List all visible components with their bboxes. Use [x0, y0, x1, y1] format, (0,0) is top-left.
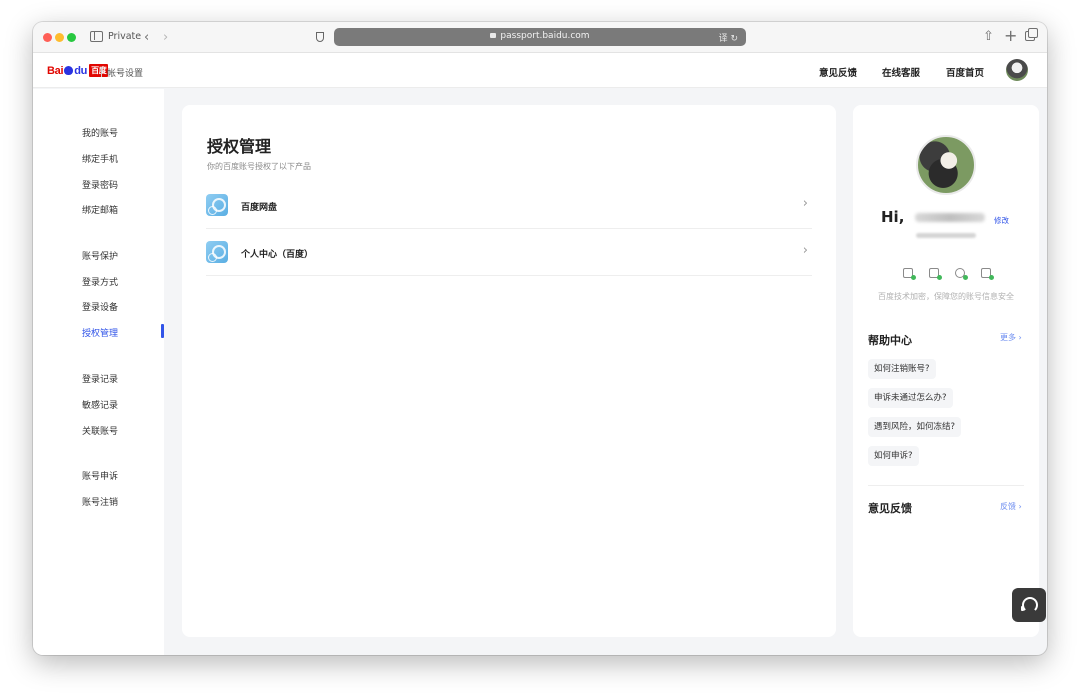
app-name: 百度网盘 [241, 203, 278, 213]
header-divider [101, 67, 102, 77]
header-title: 帐号设置 [107, 69, 144, 79]
sidebar-item-login-devices[interactable]: 登录设备 [82, 300, 118, 313]
sidebar-item-sensitive-records[interactable]: 敏感记录 [82, 398, 118, 411]
header-feedback-link[interactable]: 意见反馈 [819, 65, 857, 79]
back-arrow-icon[interactable]: ‹ [144, 31, 149, 44]
browser-toolbar: Private ‹ › passport.baidu.com 译 ↻ ⇧ + [33, 22, 1047, 53]
address-url: passport.baidu.com [334, 31, 746, 41]
site-header: Bai du 百度 帐号设置 意见反馈 在线客服 百度首页 [33, 53, 1047, 88]
section-divider [868, 485, 1024, 486]
customer-service-headset-icon[interactable] [1012, 588, 1046, 622]
chevron-right-icon: › [802, 243, 808, 258]
sidebar-item-account-deletion[interactable]: 账号注销 [82, 495, 118, 508]
sidebar-item-bind-phone[interactable]: 绑定手机 [82, 152, 118, 165]
sidebar: 我的账号 绑定手机 登录密码 绑定邮箱 账号保护 登录方式 登录设备 授权管理 … [33, 89, 164, 655]
profile-panel: Hi, 修改 百度技术加密，保障您的账号信息安全 帮助中心 更多 › 如何注销账… [853, 105, 1039, 637]
username-redacted [915, 213, 985, 222]
page-subtitle: 你的百度账号授权了以下产品 [207, 162, 311, 171]
sidebar-item-account-protection[interactable]: 账号保护 [82, 249, 118, 262]
sidebar-item-linked-accounts[interactable]: 关联账号 [82, 424, 118, 437]
lock-icon [490, 33, 497, 38]
close-window-button[interactable] [43, 33, 52, 42]
security-notice: 百度技术加密，保障您的账号信息安全 [878, 292, 1014, 301]
profile-avatar[interactable] [916, 135, 976, 195]
paw-icon [64, 66, 74, 75]
help-question-link[interactable]: 如何申诉? [868, 446, 919, 466]
help-center-title: 帮助中心 [868, 334, 912, 347]
browser-window: Private ‹ › passport.baidu.com 译 ↻ ⇧ + B… [33, 22, 1047, 655]
user-avatar[interactable] [1006, 59, 1028, 81]
sidebar-item-login-history[interactable]: 登录记录 [82, 372, 118, 385]
app-gear-icon [206, 241, 228, 263]
sidebar-toggle-icon[interactable] [90, 31, 103, 42]
minimize-window-button[interactable] [55, 33, 64, 42]
new-tab-icon[interactable]: + [1004, 28, 1017, 44]
authorization-panel: 授权管理 你的百度账号授权了以下产品 百度网盘 › 个人中心（百度） › [182, 105, 836, 637]
help-question-link[interactable]: 遇到风险，如何冻结? [868, 417, 962, 437]
sidebar-item-login-password[interactable]: 登录密码 [82, 178, 118, 191]
edit-username-link[interactable]: 修改 [994, 215, 1009, 226]
email-verified-icon[interactable] [981, 268, 994, 280]
address-bar[interactable]: passport.baidu.com 译 ↻ [334, 28, 746, 46]
privacy-shield-icon[interactable] [316, 32, 324, 42]
header-homepage-link[interactable]: 百度首页 [946, 65, 984, 79]
sidebar-item-authorization[interactable]: 授权管理 [82, 326, 118, 339]
forward-arrow-icon[interactable]: › [163, 31, 168, 44]
authorized-app-row[interactable]: 百度网盘 › [206, 183, 812, 229]
sidebar-item-my-account[interactable]: 我的账号 [82, 126, 118, 139]
active-indicator [161, 324, 164, 338]
help-question-link[interactable]: 如何注销账号? [868, 359, 936, 379]
tab-overview-icon[interactable] [1025, 28, 1038, 41]
feedback-title: 意见反馈 [868, 502, 912, 515]
zoom-window-button[interactable] [67, 33, 76, 42]
app-name: 个人中心（百度） [241, 250, 314, 260]
identity-verified-icon[interactable] [955, 268, 968, 280]
help-question-link[interactable]: 申诉未通过怎么办? [868, 388, 953, 408]
share-icon[interactable]: ⇧ [983, 30, 994, 43]
help-more-link[interactable]: 更多 › [1000, 332, 1022, 343]
device-verified-icon[interactable] [929, 268, 942, 280]
authorized-app-row[interactable]: 个人中心（百度） › [206, 230, 812, 276]
header-support-link[interactable]: 在线客服 [882, 65, 920, 79]
phone-verified-icon[interactable] [903, 268, 916, 280]
private-label: Private [108, 31, 142, 42]
sidebar-item-bind-email[interactable]: 绑定邮箱 [82, 203, 118, 216]
translate-icon[interactable]: 译 ↻ [719, 31, 738, 44]
phone-redacted [916, 233, 976, 238]
app-gear-icon [206, 194, 228, 216]
feedback-link[interactable]: 反馈 › [1000, 501, 1022, 512]
baidu-logo[interactable]: Bai du 百度 [47, 64, 109, 77]
greeting-text: Hi, [881, 208, 905, 226]
security-icons [903, 268, 994, 280]
page-title: 授权管理 [207, 137, 272, 156]
chevron-right-icon: › [802, 196, 808, 211]
sidebar-item-account-appeal[interactable]: 账号申诉 [82, 469, 118, 482]
sidebar-item-login-method[interactable]: 登录方式 [82, 275, 118, 288]
